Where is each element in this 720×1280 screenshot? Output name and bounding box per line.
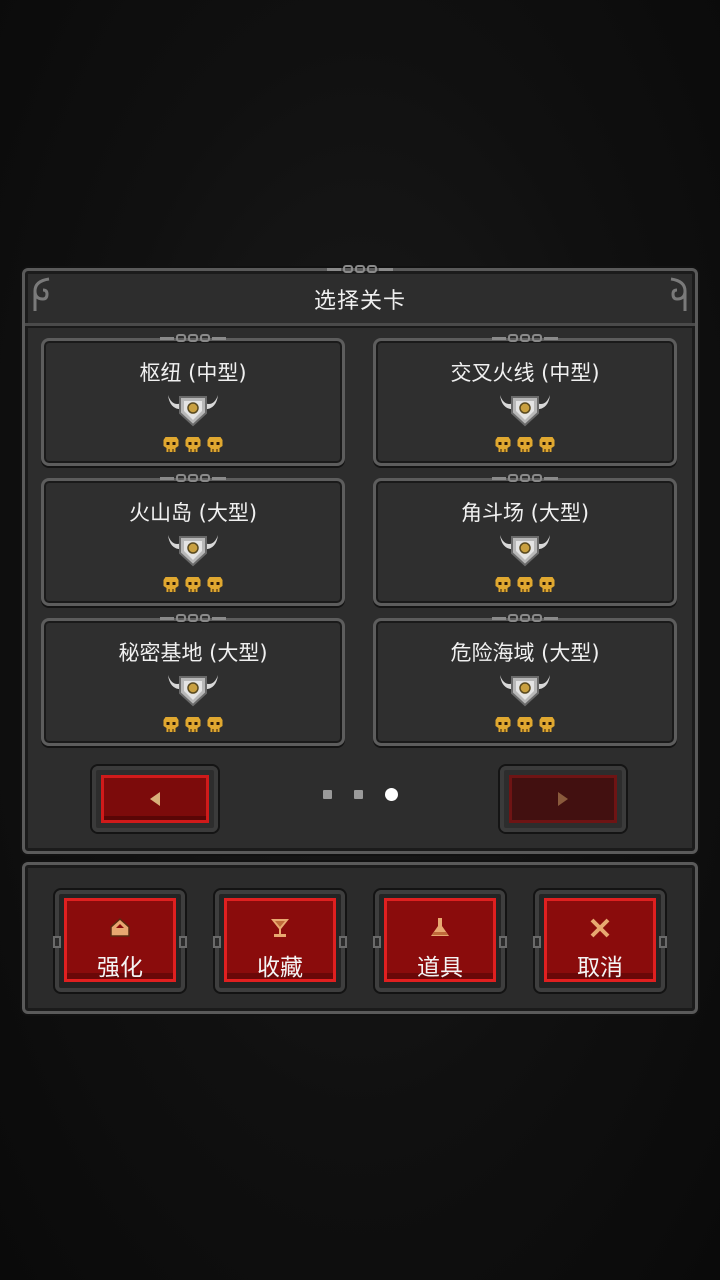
card-chain-ornament xyxy=(492,474,558,482)
level-name: 角斗场 (大型) xyxy=(460,501,590,525)
skull-icon xyxy=(517,576,534,593)
skull-icon xyxy=(207,716,224,733)
helmet-badge-icon xyxy=(168,395,218,427)
page-dot-1[interactable] xyxy=(323,790,332,799)
difficulty-skulls xyxy=(495,716,556,733)
items-label: 道具 xyxy=(417,955,463,981)
page-indicator xyxy=(323,788,398,801)
level-card[interactable]: 秘密基地 (大型) xyxy=(41,614,345,746)
card-chain-ornament xyxy=(160,334,226,342)
skull-icon xyxy=(207,436,224,453)
header-chain-ornament xyxy=(327,265,393,273)
close-icon xyxy=(590,918,610,938)
skull-icon xyxy=(539,436,556,453)
helmet-badge-icon xyxy=(500,675,550,707)
helmet-badge-icon xyxy=(168,535,218,567)
skull-icon xyxy=(495,576,512,593)
level-name: 火山岛 (大型) xyxy=(128,501,258,525)
skull-icon xyxy=(495,436,512,453)
level-name: 危险海域 (大型) xyxy=(450,641,600,665)
collection-label: 收藏 xyxy=(257,955,303,981)
skull-icon xyxy=(517,716,534,733)
level-card[interactable]: 交叉火线 (中型) xyxy=(373,334,677,466)
skull-icon xyxy=(163,716,180,733)
card-chain-ornament xyxy=(160,614,226,622)
helmet-badge-icon xyxy=(500,395,550,427)
skull-icon xyxy=(185,436,202,453)
items-button[interactable]: 道具 xyxy=(373,890,507,992)
skull-icon xyxy=(539,576,556,593)
skull-icon xyxy=(495,716,512,733)
collection-button[interactable]: 收藏 xyxy=(213,890,347,992)
arrow-left-icon xyxy=(150,792,160,806)
panel-title: 选择关卡 xyxy=(313,289,406,314)
difficulty-skulls xyxy=(163,716,224,733)
card-chain-ornament xyxy=(492,334,558,342)
skull-icon xyxy=(163,436,180,453)
level-card[interactable]: 角斗场 (大型) xyxy=(373,474,677,606)
potion-icon xyxy=(431,918,449,936)
level-name: 交叉火线 (中型) xyxy=(450,361,600,385)
page-dot-3-active[interactable] xyxy=(385,788,398,801)
skull-icon xyxy=(517,436,534,453)
difficulty-skulls xyxy=(495,576,556,593)
cancel-label: 取消 xyxy=(577,955,623,981)
screen: 选择关卡 枢纽 (中型) 交叉火线 (中型) 火山岛 (大型) 角斗场 (大型)… xyxy=(0,0,720,1280)
cancel-button[interactable]: 取消 xyxy=(533,890,667,992)
card-chain-ornament xyxy=(160,474,226,482)
trophy-icon xyxy=(271,919,289,937)
helmet-badge-icon xyxy=(168,675,218,707)
skull-icon xyxy=(539,716,556,733)
level-name: 秘密基地 (大型) xyxy=(118,641,268,665)
next-page-button[interactable] xyxy=(500,766,626,832)
skull-icon xyxy=(207,576,224,593)
upgrade-label: 强化 xyxy=(97,955,143,981)
upgrade-button[interactable]: 强化 xyxy=(53,890,187,992)
helmet-badge-icon xyxy=(500,535,550,567)
difficulty-skulls xyxy=(163,436,224,453)
level-card[interactable]: 危险海域 (大型) xyxy=(373,614,677,746)
level-card[interactable]: 火山岛 (大型) xyxy=(41,474,345,606)
prev-page-button[interactable] xyxy=(92,766,218,832)
panel-header: 选择关卡 xyxy=(25,265,695,326)
difficulty-skulls xyxy=(163,576,224,593)
upgrade-icon xyxy=(110,917,130,937)
skull-icon xyxy=(185,716,202,733)
skull-icon xyxy=(163,576,180,593)
level-name: 枢纽 (中型) xyxy=(139,361,247,385)
level-card[interactable]: 枢纽 (中型) xyxy=(41,334,345,466)
page-dot-2[interactable] xyxy=(354,790,363,799)
arrow-right-icon xyxy=(558,792,568,806)
difficulty-skulls xyxy=(495,436,556,453)
skull-icon xyxy=(185,576,202,593)
card-chain-ornament xyxy=(492,614,558,622)
